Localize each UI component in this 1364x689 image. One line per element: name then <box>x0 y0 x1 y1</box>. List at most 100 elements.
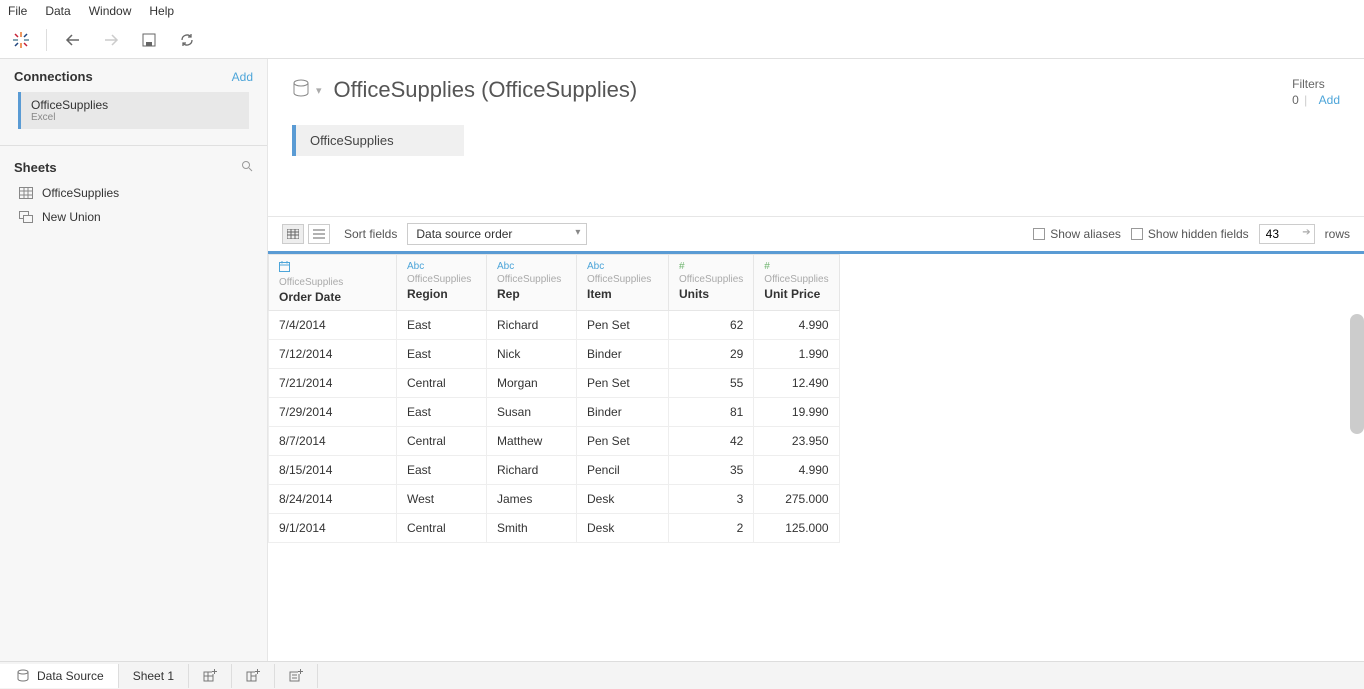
field-name: Units <box>679 287 709 301</box>
cell: East <box>397 456 487 485</box>
checkbox-icon <box>1131 228 1143 240</box>
cell: Pen Set <box>577 369 669 398</box>
field-source: OfficeSupplies <box>279 277 386 288</box>
table-row[interactable]: 7/12/2014EastNickBinder291.990 <box>269 340 840 369</box>
cell: Richard <box>487 311 577 340</box>
sheet1-tab[interactable]: Sheet 1 <box>119 664 189 688</box>
cell: 35 <box>669 456 754 485</box>
data-grid: OfficeSuppliesOrder DateAbcOfficeSupplie… <box>268 254 840 543</box>
cell: 4.990 <box>754 456 839 485</box>
table-row[interactable]: 8/24/2014WestJamesDesk3275.000 <box>269 485 840 514</box>
table-row[interactable]: 7/21/2014CentralMorganPen Set5512.490 <box>269 369 840 398</box>
cell: West <box>397 485 487 514</box>
cell: 8/15/2014 <box>269 456 397 485</box>
column-header[interactable]: AbcOfficeSuppliesRegion <box>397 255 487 311</box>
connection-item[interactable]: OfficeSupplies Excel <box>18 92 249 129</box>
sheet-item[interactable]: OfficeSupplies <box>14 181 253 205</box>
cell: James <box>487 485 577 514</box>
add-filter-link[interactable]: Add <box>1319 93 1340 107</box>
column-header[interactable]: AbcOfficeSuppliesRep <box>487 255 577 311</box>
new-story-button[interactable] <box>275 664 318 688</box>
new-union-label: New Union <box>42 210 101 224</box>
new-worksheet-icon <box>203 669 217 683</box>
cell: Binder <box>577 398 669 427</box>
datasource-tab-icon <box>14 669 32 683</box>
table-row[interactable]: 7/29/2014EastSusanBinder8119.990 <box>269 398 840 427</box>
cell: 8/7/2014 <box>269 427 397 456</box>
cell: 12.490 <box>754 369 839 398</box>
refresh-button[interactable] <box>175 28 199 52</box>
new-worksheet-button[interactable] <box>189 664 232 688</box>
union-icon <box>18 211 34 223</box>
scrollbar[interactable] <box>1350 314 1364 434</box>
join-canvas[interactable]: OfficeSupplies <box>268 115 1364 216</box>
new-union-item[interactable]: New Union <box>14 205 253 229</box>
field-source: OfficeSupplies <box>497 274 566 285</box>
cell: Binder <box>577 340 669 369</box>
cell: Central <box>397 369 487 398</box>
cell: 62 <box>669 311 754 340</box>
field-name: Rep <box>497 287 520 301</box>
field-source: OfficeSupplies <box>679 274 743 285</box>
menu-file[interactable]: File <box>8 4 27 18</box>
rows-label: rows <box>1325 227 1350 241</box>
column-header[interactable]: Abc OfficeSupplies Item <box>577 255 669 311</box>
data-source-tab[interactable]: Data Source <box>0 664 119 688</box>
data-grid-wrap[interactable]: OfficeSuppliesOrder DateAbcOfficeSupplie… <box>268 251 1364 661</box>
menu-window[interactable]: Window <box>89 4 132 18</box>
cell: Central <box>397 514 487 543</box>
field-source: OfficeSupplies <box>587 274 658 285</box>
field-type-icon: Abc <box>587 261 658 272</box>
grid-view-button[interactable] <box>282 224 304 244</box>
cell: 4.990 <box>754 311 839 340</box>
arrow-right-icon: ➔ <box>1302 227 1310 238</box>
cell: 19.990 <box>754 398 839 427</box>
add-connection-link[interactable]: Add <box>232 70 253 84</box>
cell: 55 <box>669 369 754 398</box>
back-button[interactable] <box>61 28 85 52</box>
sort-fields-select[interactable]: Data source order <box>407 223 587 245</box>
table-row[interactable]: 8/15/2014EastRichardPencil354.990 <box>269 456 840 485</box>
cell: Desk <box>577 485 669 514</box>
cell: East <box>397 340 487 369</box>
field-type-icon: # <box>764 261 828 272</box>
cell: 7/29/2014 <box>269 398 397 427</box>
sheet-name: OfficeSupplies <box>42 186 119 200</box>
show-hidden-fields-checkbox[interactable]: Show hidden fields <box>1131 227 1249 241</box>
column-header[interactable]: #OfficeSuppliesUnits <box>669 255 754 311</box>
search-icon[interactable] <box>241 160 253 175</box>
cell: 2 <box>669 514 754 543</box>
show-aliases-checkbox[interactable]: Show aliases <box>1033 227 1121 241</box>
datasource-title[interactable]: OfficeSupplies (OfficeSupplies) <box>334 77 638 103</box>
field-type-icon <box>279 261 386 275</box>
column-header[interactable]: #OfficeSuppliesUnit Price <box>754 255 839 311</box>
table-row[interactable]: 8/7/2014CentralMatthewPen Set4223.950 <box>269 427 840 456</box>
connections-header: Connections <box>14 69 93 84</box>
field-source: OfficeSupplies <box>764 274 828 285</box>
cell: 7/12/2014 <box>269 340 397 369</box>
cell: Morgan <box>487 369 577 398</box>
sheet-tabs: Data Source Sheet 1 <box>0 661 1364 689</box>
save-button[interactable] <box>137 28 161 52</box>
cell: Pen Set <box>577 427 669 456</box>
tableau-logo-icon <box>10 29 32 51</box>
joined-table-pill[interactable]: OfficeSupplies <box>292 125 464 156</box>
field-name: Item <box>587 287 612 301</box>
table-row[interactable]: 7/4/2014EastRichardPen Set624.990 <box>269 311 840 340</box>
sort-fields-label: Sort fields <box>344 227 397 241</box>
cell: 23.950 <box>754 427 839 456</box>
new-dashboard-button[interactable] <box>232 664 275 688</box>
metadata-view-button[interactable] <box>308 224 330 244</box>
filters-label: Filters <box>1292 77 1340 91</box>
column-header[interactable]: OfficeSuppliesOrder Date <box>269 255 397 311</box>
cell: Desk <box>577 514 669 543</box>
cell: 275.000 <box>754 485 839 514</box>
toolbar <box>0 22 1364 59</box>
menu-data[interactable]: Data <box>45 4 70 18</box>
forward-button[interactable] <box>99 28 123 52</box>
sheets-header: Sheets <box>14 160 57 175</box>
cell: 42 <box>669 427 754 456</box>
cell: 3 <box>669 485 754 514</box>
table-row[interactable]: 9/1/2014CentralSmithDesk2125.000 <box>269 514 840 543</box>
menu-help[interactable]: Help <box>149 4 174 18</box>
